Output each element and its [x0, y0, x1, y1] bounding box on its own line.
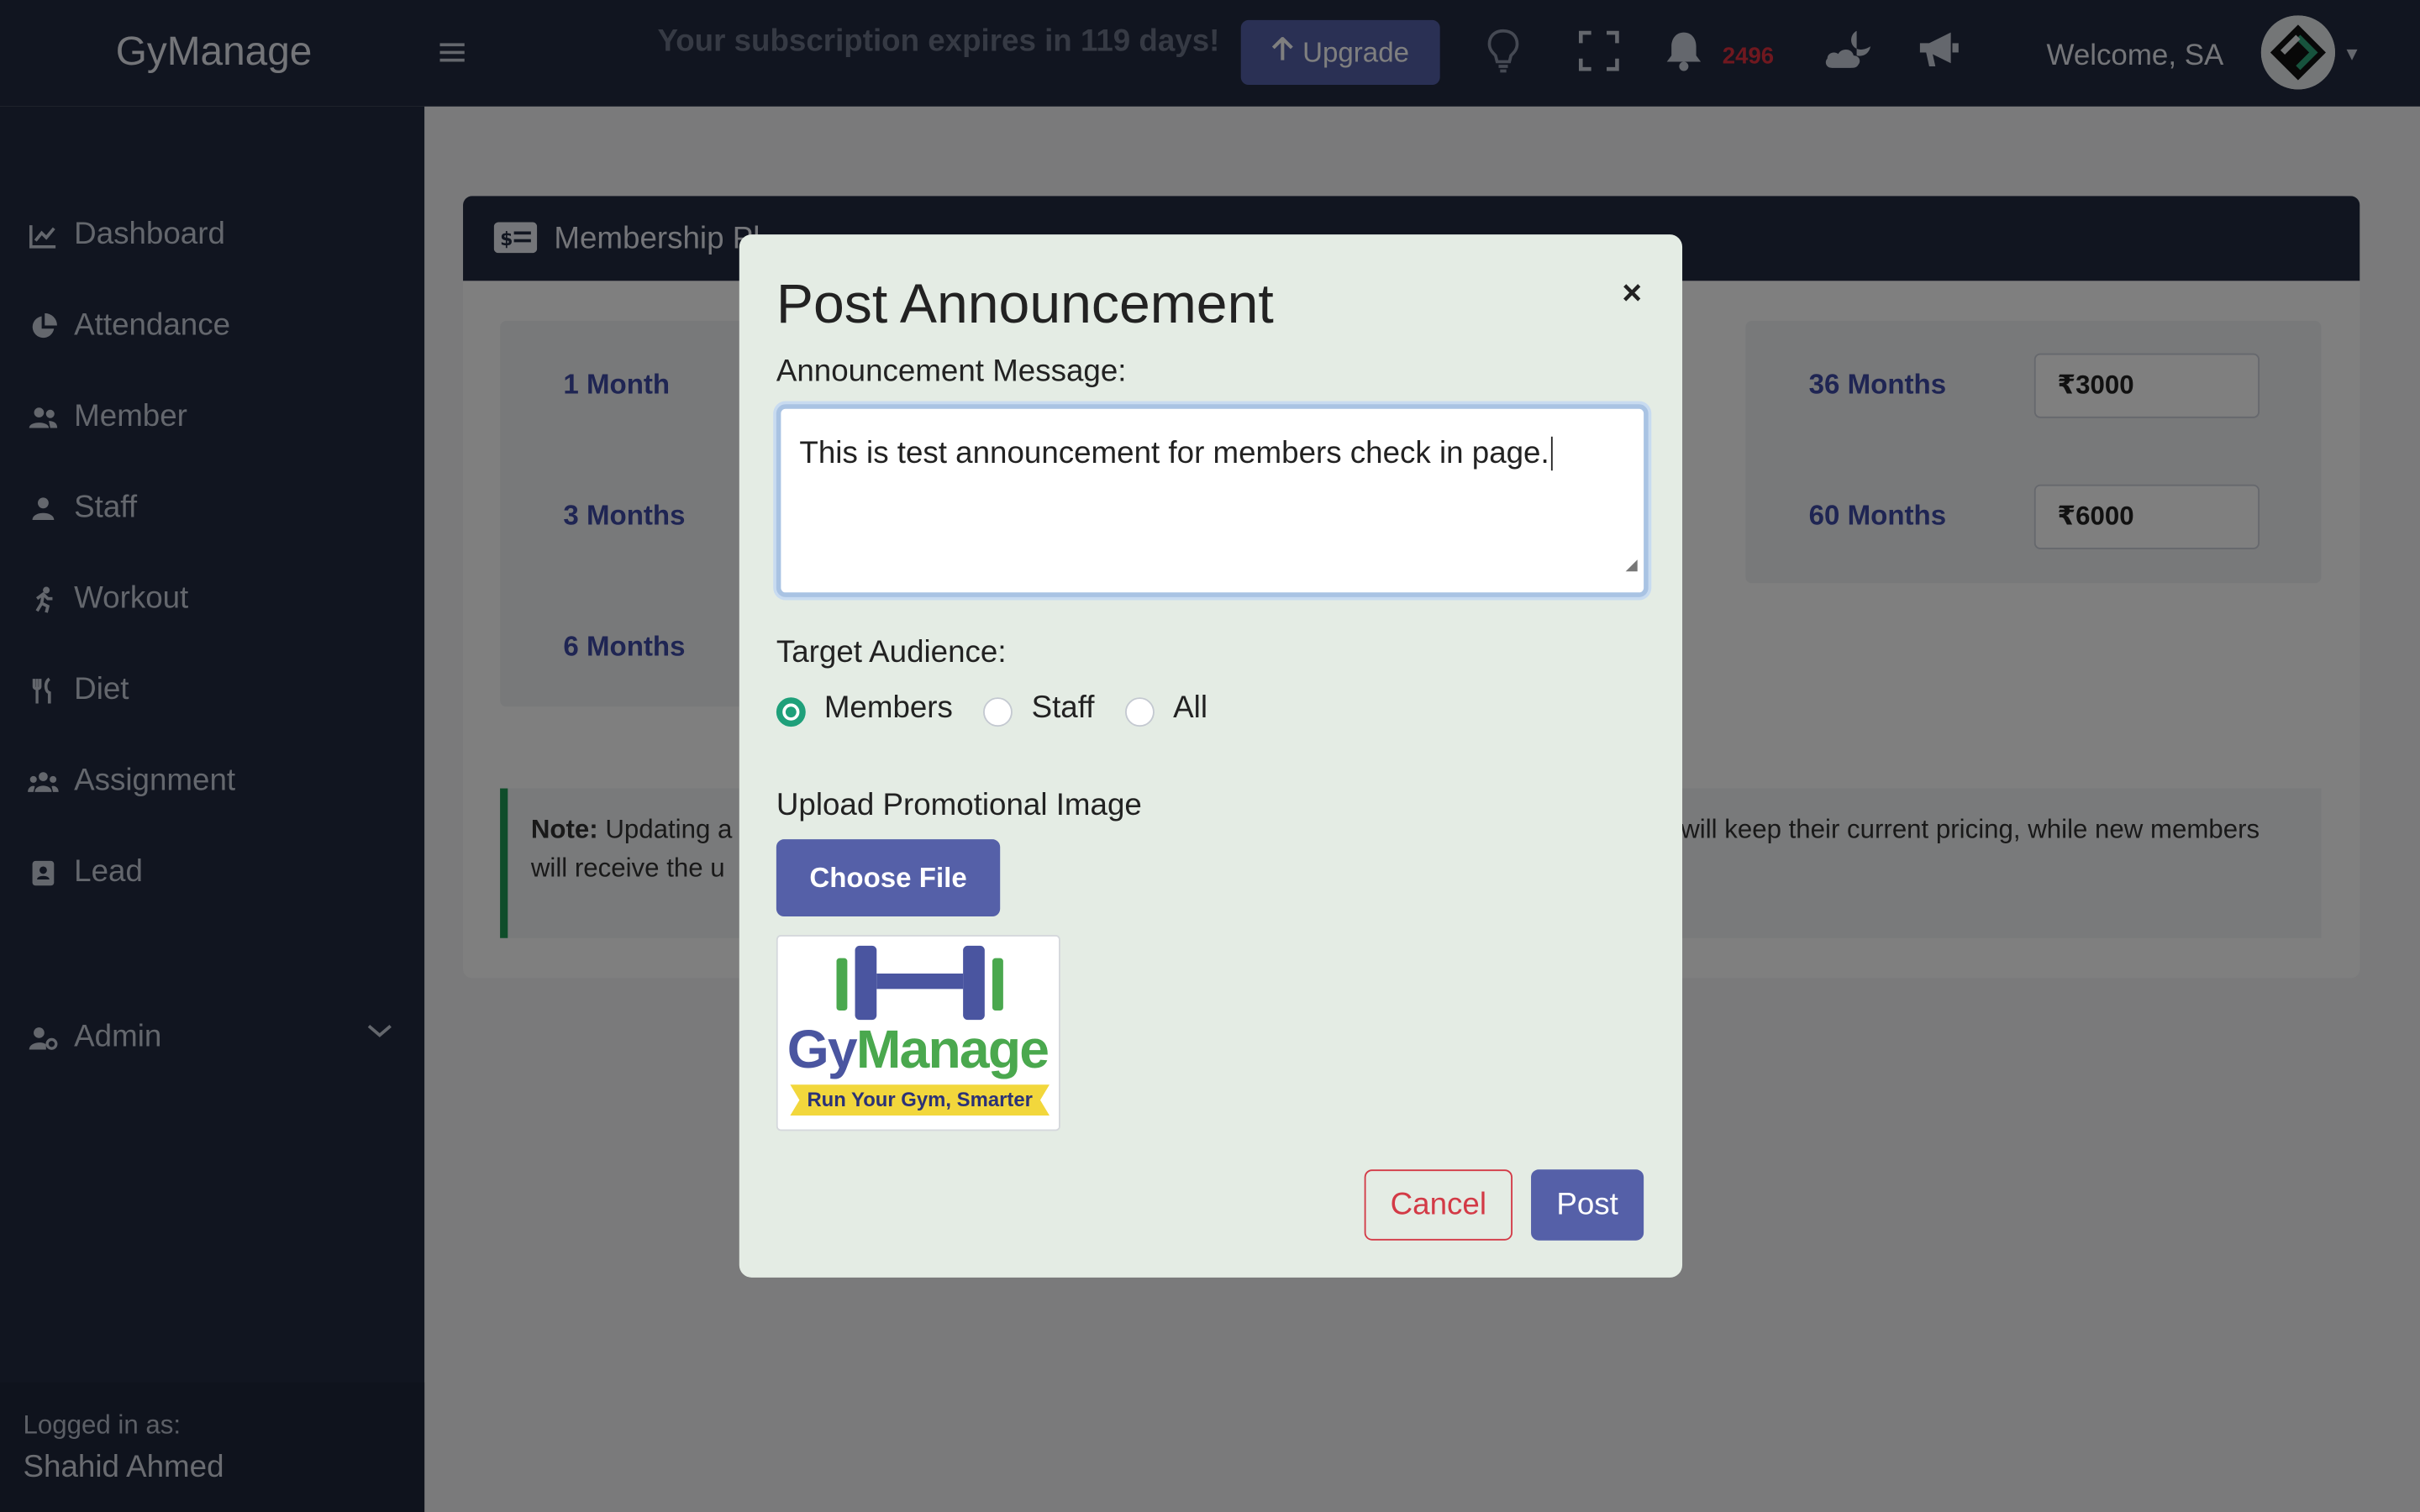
choose-file-button[interactable]: Choose File	[776, 839, 1001, 917]
cancel-button[interactable]: Cancel	[1364, 1169, 1513, 1241]
promo-tagline: Run Your Gym, Smarter	[807, 1087, 1033, 1111]
page: GyManage Your subscription expires in 11…	[0, 0, 2420, 1512]
text-cursor	[1550, 436, 1553, 471]
radio-members[interactable]	[776, 697, 806, 727]
message-label: Announcement Message:	[776, 354, 1127, 389]
radio-all[interactable]	[1125, 697, 1155, 727]
close-icon[interactable]: ×	[1622, 273, 1642, 313]
audience-label: Target Audience:	[776, 635, 1007, 670]
promo-brand-part1: Gy	[786, 1020, 858, 1080]
radio-all-label[interactable]: All	[1173, 691, 1207, 727]
upload-label: Upload Promotional Image	[776, 788, 1142, 822]
modal-title: Post Announcement	[776, 271, 1274, 335]
promo-brand-part2: Manage	[855, 1020, 1050, 1080]
radio-staff[interactable]	[983, 697, 1013, 727]
promotional-image-preview: GyManage Run Your Gym, Smarter	[776, 935, 1060, 1131]
announcement-message-textarea[interactable]: This is test announcement for members ch…	[776, 404, 1649, 597]
post-button[interactable]: Post	[1531, 1169, 1644, 1241]
post-announcement-modal: Post Announcement × Announcement Message…	[739, 234, 1683, 1278]
promo-brand: GyManage	[786, 1020, 1050, 1080]
radio-staff-label[interactable]: Staff	[1032, 691, 1095, 727]
message-text: This is test announcement for members ch…	[799, 436, 1549, 471]
resize-handle-icon[interactable]: ◢	[1626, 546, 1638, 586]
audience-radio-group: Members Staff All	[776, 691, 1239, 727]
radio-members-label[interactable]: Members	[824, 691, 953, 727]
